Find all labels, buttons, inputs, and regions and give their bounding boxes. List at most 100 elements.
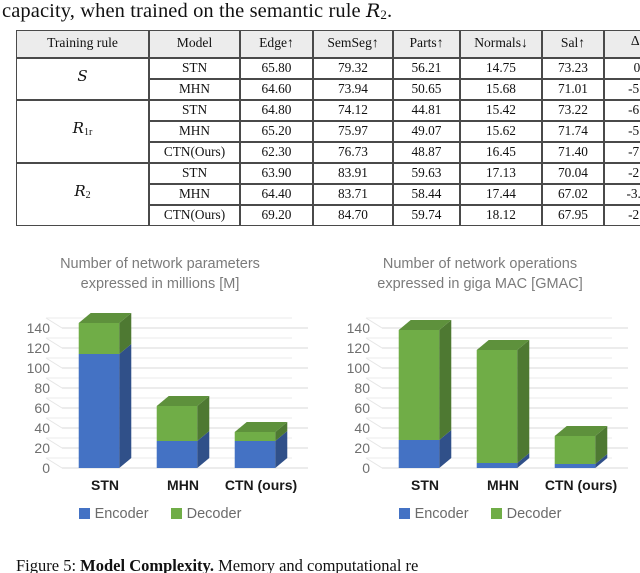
cell-model: MHN — [149, 183, 240, 205]
legend-label-decoder: Decoder — [186, 506, 242, 522]
cell-semseg: 79.32 — [313, 57, 393, 79]
cell-delta: -5.57% — [604, 78, 640, 100]
svg-text:120: 120 — [27, 340, 51, 356]
cell-normals: 15.68 — [460, 78, 542, 100]
cell-parts: 56.21 — [393, 57, 460, 79]
cell-delta: -7.13% — [604, 141, 640, 163]
legend-label-decoder: Decoder — [506, 506, 562, 522]
svg-text:0: 0 — [42, 460, 50, 476]
chart-legend-parameters: Encoder Decoder — [0, 506, 320, 522]
legend-swatch-encoder — [78, 508, 90, 519]
cell-sal: 70.04 — [542, 162, 604, 184]
cell-delta: -6.58% — [604, 99, 640, 121]
cell-semseg: 84.70 — [313, 204, 393, 226]
cell-edge: 63.90 — [240, 162, 313, 184]
bar-chart-parameters: STN MHN CTN (ours) 0 20 40 60 80 100 120 140 — [27, 313, 308, 493]
caption-rest: Memory and computational re — [218, 556, 419, 573]
cell-parts: 49.07 — [393, 120, 460, 142]
cell-training-rule: S — [16, 57, 149, 100]
cell-semseg: 83.91 — [313, 162, 393, 184]
chart-title-operations: Number of network operations expressed i… — [330, 254, 630, 294]
chart-title-line2: expressed in giga MAC [GMAC] — [377, 276, 583, 292]
cell-normals: 16.45 — [460, 141, 542, 163]
cell-edge: 65.80 — [240, 57, 313, 79]
svg-text:80: 80 — [354, 380, 370, 396]
cell-semseg: 74.12 — [313, 99, 393, 121]
svg-text:CTN (ours): CTN (ours) — [545, 477, 617, 493]
cell-model: STN — [149, 57, 240, 79]
cell-normals: 17.44 — [460, 183, 542, 205]
svg-text:MHN: MHN — [487, 477, 519, 493]
cell-normals: 18.12 — [460, 204, 542, 226]
col-header-sal: Sal↑ — [542, 30, 604, 58]
cell-delta: -5.15% — [604, 120, 640, 142]
lead-text-before: capacity, when trained on the semantic r… — [2, 0, 366, 22]
results-table-container: Training rule Model Edge↑ SemSeg↑ Parts↑… — [16, 30, 640, 226]
table-row: S STN 65.80 79.32 56.21 14.75 73.23 0.0% — [16, 57, 640, 100]
table-row: R1r STN 64.80 74.12 44.81 15.42 73.22 -6… — [16, 99, 640, 163]
svg-text:CTN (ours): CTN (ours) — [225, 477, 297, 493]
cell-edge: 64.60 — [240, 78, 313, 100]
cell-sal: 67.02 — [542, 183, 604, 205]
cell-parts: 58.44 — [393, 183, 460, 205]
cell-semseg: 75.97 — [313, 120, 393, 142]
cell-model: STN — [149, 162, 240, 184]
cell-edge: 69.20 — [240, 204, 313, 226]
cell-sal: 73.22 — [542, 99, 604, 121]
results-table: Training rule Model Edge↑ SemSeg↑ Parts↑… — [16, 30, 640, 226]
svg-text:STN: STN — [91, 477, 119, 493]
legend-item-decoder: Decoder — [170, 506, 242, 522]
table-body: S STN 65.80 79.32 56.21 14.75 73.23 0.0%… — [16, 57, 640, 226]
svg-text:40: 40 — [34, 420, 50, 436]
cell-parts: 59.74 — [393, 204, 460, 226]
lead-sentence: capacity, when trained on the semantic r… — [2, 0, 638, 28]
cell-edge: 64.40 — [240, 183, 313, 205]
cell-sal: 73.23 — [542, 57, 604, 79]
legend-label-encoder: Encoder — [94, 506, 149, 522]
svg-text:40: 40 — [354, 420, 370, 436]
legend-swatch-encoder — [398, 508, 410, 519]
svg-text:100: 100 — [347, 360, 371, 376]
legend-item-decoder: Decoder — [490, 506, 562, 522]
svg-text:20: 20 — [34, 440, 50, 456]
svg-text:STN: STN — [411, 477, 439, 493]
cell-delta: -3.87 % — [604, 183, 640, 205]
cell-semseg: 76.73 — [313, 141, 393, 163]
svg-text:MHN: MHN — [167, 477, 199, 493]
cell-edge: 62.30 — [240, 141, 313, 163]
svg-text:100: 100 — [27, 360, 51, 376]
chart-title-parameters: Number of network parameters expressed i… — [10, 254, 310, 294]
rule-symbol: R2 — [365, 0, 387, 22]
col-header-delta-m: Δm%↓ — [604, 30, 640, 58]
cell-model: MHN — [149, 120, 240, 142]
cell-model: MHN — [149, 78, 240, 100]
legend-label-encoder: Encoder — [414, 506, 469, 522]
col-header-normals: Normals↓ — [460, 30, 542, 58]
caption-figure-label: Figure 5: — [16, 556, 77, 573]
legend-swatch-decoder — [170, 508, 182, 519]
cell-sal: 71.01 — [542, 78, 604, 100]
caption-bold-title: Model Complexity. — [80, 556, 214, 573]
legend-item-encoder: Encoder — [78, 506, 149, 522]
svg-text:140: 140 — [27, 320, 51, 336]
cell-edge: 64.80 — [240, 99, 313, 121]
cell-model: CTN(Ours) — [149, 204, 240, 226]
cell-normals: 15.62 — [460, 120, 542, 142]
legend-item-encoder: Encoder — [398, 506, 469, 522]
col-header-parts: Parts↑ — [393, 30, 460, 58]
svg-text:20: 20 — [354, 440, 370, 456]
chart-panel-parameters: Number of network parameters expressed i… — [0, 248, 320, 548]
chart-plot-operations: STN MHN CTN (ours) 0 20 40 60 80 100 120 140 — [320, 306, 640, 496]
cell-normals: 14.75 — [460, 57, 542, 79]
cell-semseg: 73.94 — [313, 78, 393, 100]
chart-title-line1: Number of network operations — [382, 256, 578, 272]
svg-text:140: 140 — [347, 320, 371, 336]
cell-model: CTN(Ours) — [149, 141, 240, 163]
col-header-semseg: SemSeg↑ — [313, 30, 393, 58]
cell-normals: 15.42 — [460, 99, 542, 121]
cell-parts: 44.81 — [393, 99, 460, 121]
chart-title-line2: expressed in millions [M] — [80, 276, 240, 292]
cell-model: STN — [149, 99, 240, 121]
svg-text:120: 120 — [347, 340, 371, 356]
cell-sal: 71.40 — [542, 141, 604, 163]
